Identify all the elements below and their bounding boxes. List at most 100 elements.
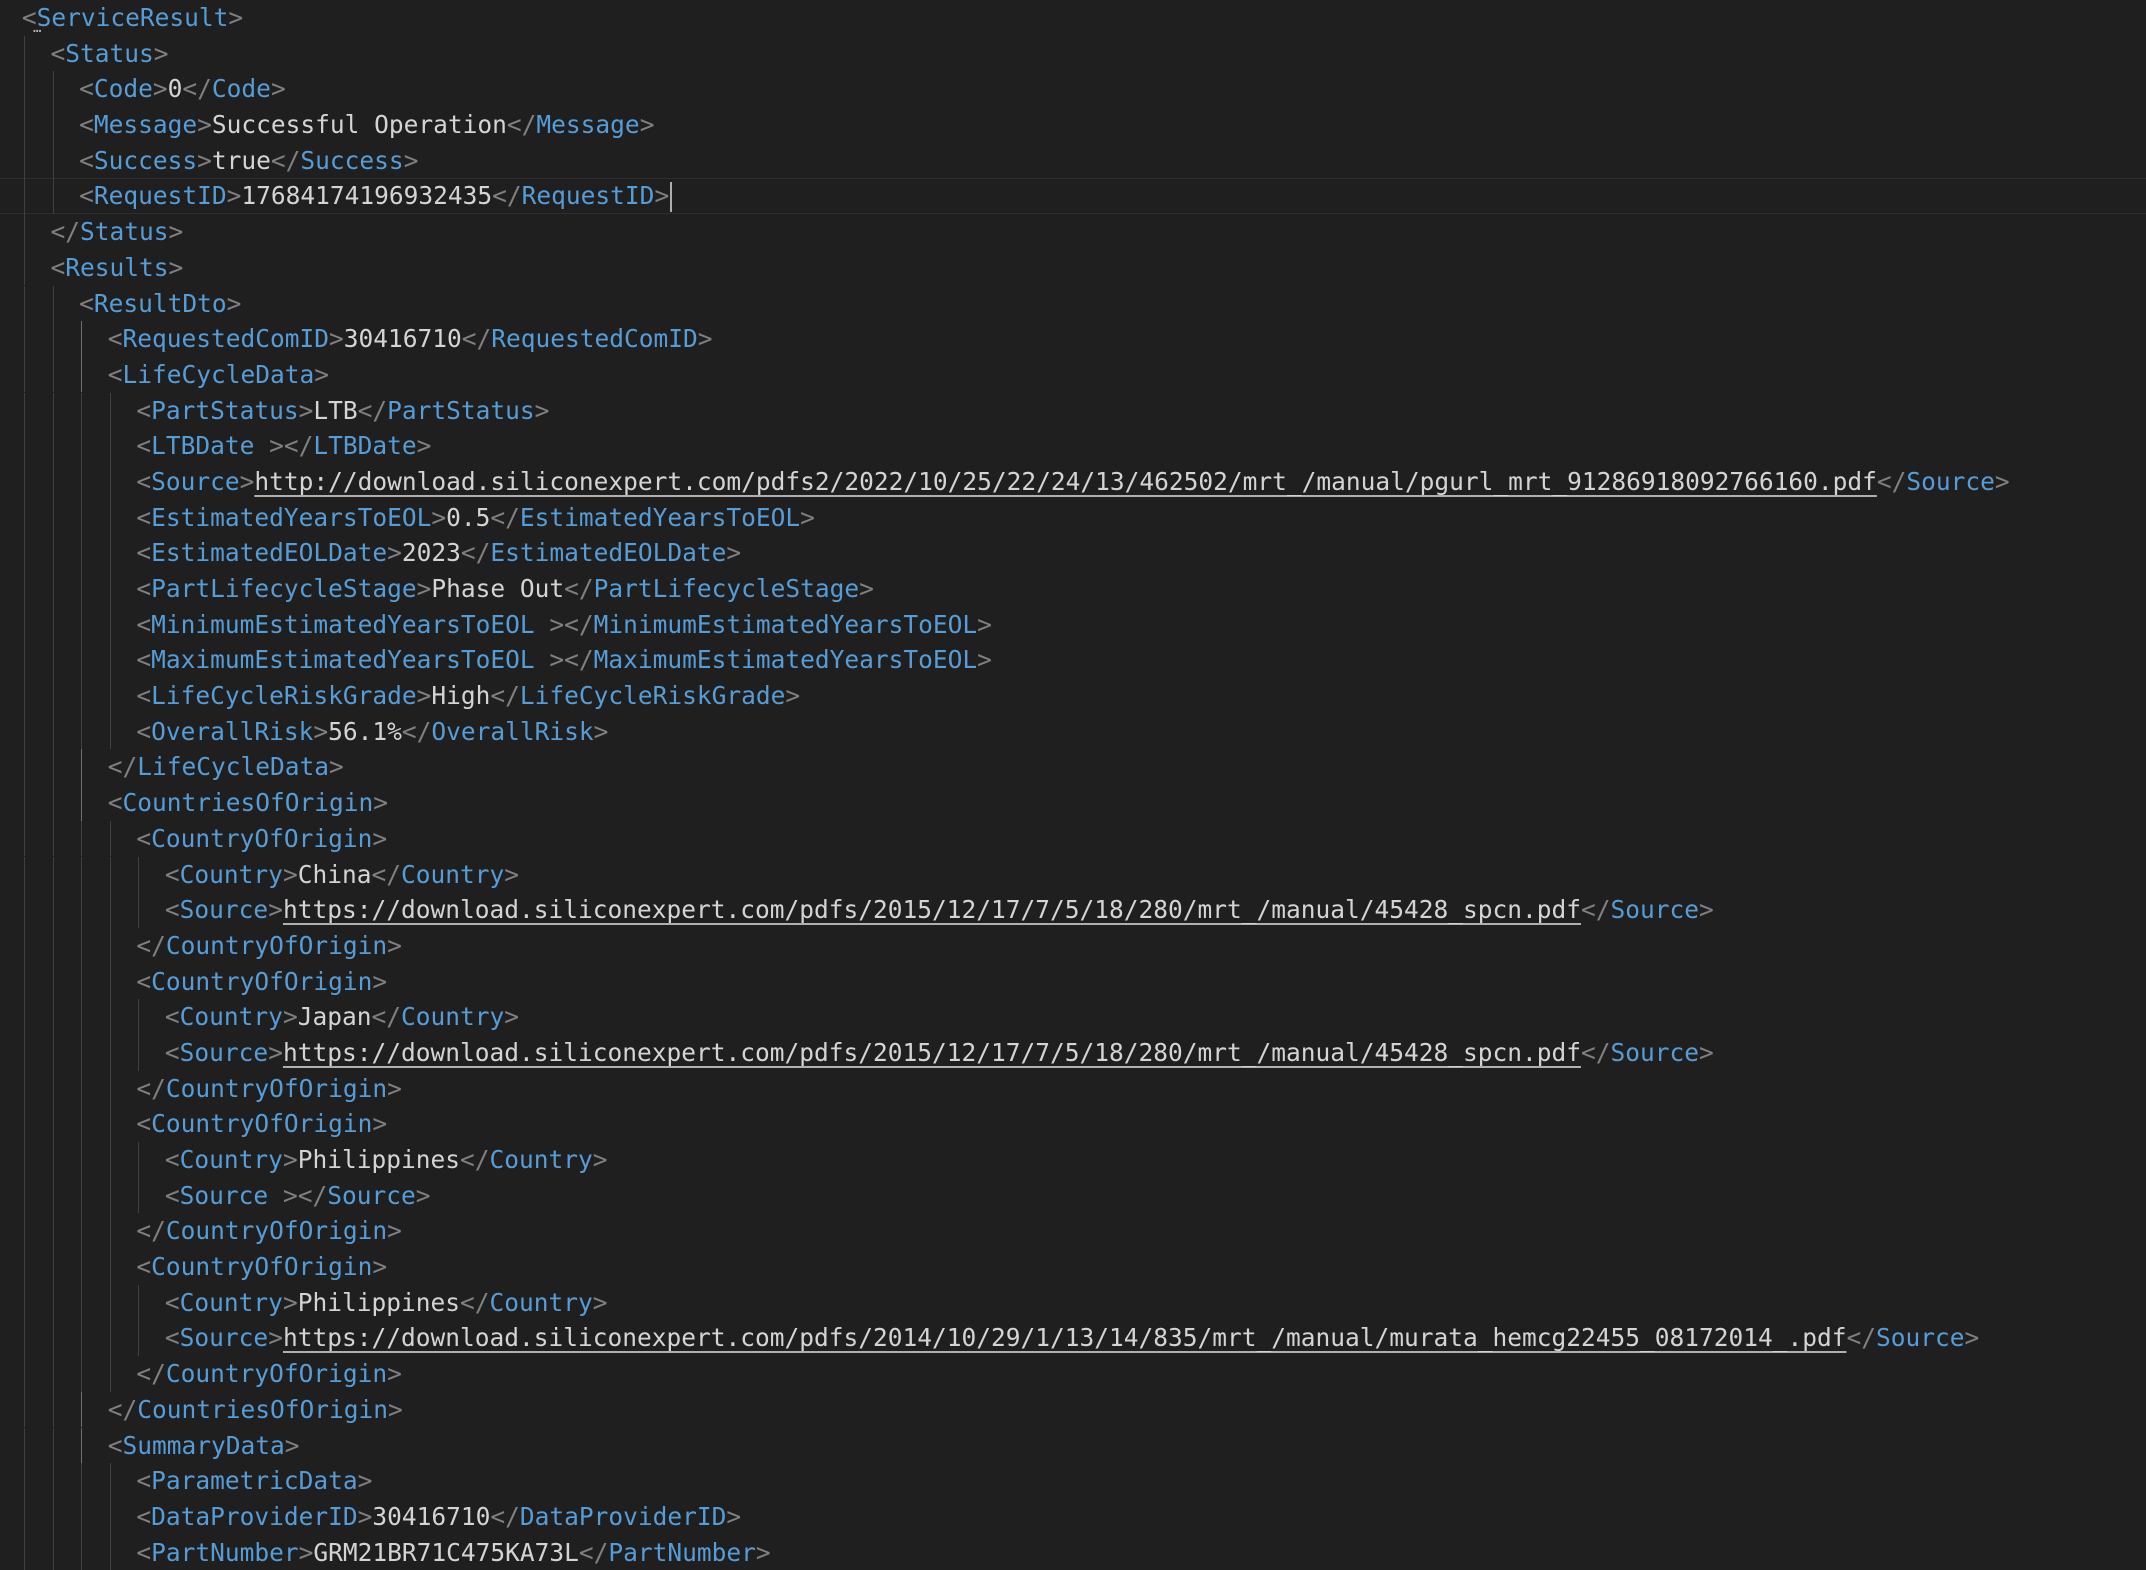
code-line[interactable]: <EstimatedEOLDate>2023</EstimatedEOLDate…	[0, 535, 2146, 571]
close-tag-name: Message	[536, 110, 640, 140]
code-line[interactable]: </LifeCycleData>	[0, 749, 2146, 786]
tag-bracket: <	[79, 288, 94, 318]
code-line[interactable]: <LifeCycleData>	[0, 356, 2146, 393]
code-line[interactable]: <CountryOfOrigin>	[0, 1249, 2146, 1285]
code-line[interactable]: <Source>http://download.siliconexpert.co…	[0, 463, 2146, 500]
code-line[interactable]: <Country>Japan</Country>	[0, 999, 2146, 1035]
code-line[interactable]: <ParametricData>	[0, 1463, 2146, 1499]
tag-bracket: <	[136, 502, 152, 532]
indent-guide	[23, 1284, 25, 1321]
code-content: <LifeCycleData>	[108, 357, 329, 393]
source-url-link[interactable]: https://download.siliconexpert.com/pdfs/…	[283, 1038, 1581, 1067]
tag-bracket: <	[136, 681, 152, 711]
close-tag-name: Source	[1610, 1037, 1700, 1067]
open-tag-name: Country	[179, 1287, 283, 1317]
code-line[interactable]: <Message>Successful Operation</Message>	[0, 107, 2146, 143]
indent-guide	[23, 1356, 25, 1392]
indent-guide	[81, 392, 83, 429]
code-line[interactable]: <MaximumEstimatedYearsToEOL ></MaximumEs…	[0, 642, 2146, 678]
open-tag-name: Success	[93, 145, 198, 175]
tag-bracket: >	[431, 502, 447, 532]
indent-guide	[52, 499, 54, 536]
code-content: <CountryOfOrigin>	[136, 821, 387, 857]
tag-bracket: >	[416, 574, 432, 604]
indent-guide	[109, 1142, 111, 1178]
indent-guide	[81, 356, 83, 393]
code-line[interactable]: <RequestID>17684174196932435</RequestID>	[0, 178, 2146, 215]
code-line[interactable]: <Source ></Source>	[0, 1177, 2146, 1214]
code-line[interactable]: <MinimumEstimatedYearsToEOL ></MinimumEs…	[0, 606, 2146, 643]
open-tag-name: Code	[93, 74, 153, 104]
indent-guide	[23, 1320, 25, 1357]
code-line[interactable]: <Source>https://download.siliconexpert.c…	[0, 1320, 2146, 1357]
indent-guide	[52, 1177, 54, 1214]
tag-bracket: >	[268, 1323, 283, 1353]
code-line[interactable]: <LifeCycleRiskGrade>High</LifeCycleRiskG…	[0, 678, 2146, 714]
code-line[interactable]: <Source>https://download.siliconexpert.c…	[0, 892, 2146, 928]
code-line[interactable]: <Code>0</Code>	[0, 71, 2146, 107]
code-line[interactable]: <Country>China</Country>	[0, 856, 2146, 893]
indent-guide	[23, 214, 25, 250]
code-line[interactable]: <CountryOfOrigin>	[0, 820, 2146, 857]
indent-guide	[23, 785, 25, 821]
source-url-link[interactable]: http://download.siliconexpert.com/pdfs2/…	[254, 467, 1877, 496]
code-line[interactable]: <EstimatedYearsToEOL>0.5</EstimatedYears…	[0, 499, 2146, 536]
tag-bracket: >	[328, 752, 344, 782]
code-line[interactable]: </CountryOfOrigin>	[0, 927, 2146, 964]
indent-guide	[23, 999, 25, 1035]
code-line[interactable]: </CountriesOfOrigin>	[0, 1391, 2146, 1428]
code-line[interactable]: <SummaryData>	[0, 1427, 2146, 1464]
xml-code-editor[interactable]: <ServiceResult> <Status> <Code>0</Code> <Me…	[0, 0, 2146, 1570]
code-line[interactable]: <CountryOfOrigin>	[0, 1106, 2146, 1142]
indent-guide	[23, 927, 25, 964]
indent-guide	[81, 820, 83, 857]
code-line[interactable]: <Country>Philippines</Country>	[0, 1142, 2146, 1178]
code-line[interactable]: <DataProviderID>30416710</DataProviderID…	[0, 1498, 2146, 1535]
element-value: true	[211, 145, 271, 175]
code-line[interactable]: </CountryOfOrigin>	[0, 1356, 2146, 1392]
code-line[interactable]: <PartNumber>GRM21BR71C475KA73L</PartNumb…	[0, 1534, 2146, 1570]
code-content: <LifeCycleRiskGrade>High</LifeCycleRiskG…	[136, 678, 800, 714]
tag-bracket: <	[164, 1037, 180, 1067]
code-line[interactable]: <Country>Philippines</Country>	[0, 1284, 2146, 1321]
code-line[interactable]: <Source>https://download.siliconexpert.c…	[0, 1034, 2146, 1071]
source-url-link[interactable]: https://download.siliconexpert.com/pdfs/…	[283, 1323, 1847, 1352]
indent-guide	[109, 1284, 111, 1321]
tag-bracket: <	[136, 823, 152, 853]
folded-region-icon[interactable]: …	[33, 21, 42, 35]
code-line[interactable]: <ResultDto>	[0, 285, 2146, 322]
source-url-link[interactable]: https://download.siliconexpert.com/pdfs/…	[283, 895, 1581, 924]
code-line[interactable]: </Status>	[0, 214, 2146, 250]
code-line[interactable]: <PartLifecycleStage>Phase Out</PartLifec…	[0, 571, 2146, 607]
indent-guide	[81, 1213, 83, 1250]
code-line[interactable]: </CountryOfOrigin>	[0, 1070, 2146, 1107]
open-tag-name: EstimatedEOLDate	[151, 538, 388, 568]
code-line[interactable]: </CountryOfOrigin>	[0, 1213, 2146, 1250]
code-content: <CountriesOfOrigin>	[108, 785, 388, 821]
indent-guide	[52, 463, 54, 500]
code-line[interactable]: <ServiceResult>	[0, 0, 2146, 36]
code-line[interactable]: <OverallRisk>56.1%</OverallRisk>	[0, 713, 2146, 750]
code-line[interactable]: <CountryOfOrigin>	[0, 963, 2146, 1000]
code-line[interactable]: <Success>true</Success>	[0, 142, 2146, 179]
code-content: <Status>	[51, 36, 169, 72]
code-line[interactable]: <PartStatus>LTB</PartStatus>	[0, 392, 2146, 429]
indent-guide	[81, 463, 83, 500]
open-tag-name: CountriesOfOrigin	[122, 788, 374, 818]
code-line[interactable]: <LTBDate ></LTBDate>	[0, 428, 2146, 464]
indent-guide	[52, 1427, 54, 1464]
indent-guide	[109, 1534, 111, 1570]
code-line[interactable]: <Results>	[0, 249, 2146, 286]
code-line[interactable]: <Status>	[0, 35, 2146, 72]
code-line[interactable]: <CountriesOfOrigin>	[0, 785, 2146, 821]
indent-guide	[109, 463, 111, 500]
indent-guide	[81, 535, 83, 571]
element-value: China	[297, 859, 372, 889]
tag-bracket: <	[79, 74, 94, 104]
element-value: LTB	[313, 395, 358, 425]
code-line[interactable]: <RequestedComID>30416710</RequestedComID…	[0, 321, 2146, 357]
tag-bracket: </	[506, 110, 537, 140]
indent-guide	[81, 1356, 83, 1392]
close-tag-name: Country	[489, 1287, 593, 1317]
close-tag-name: LifeCycleData	[137, 752, 329, 782]
